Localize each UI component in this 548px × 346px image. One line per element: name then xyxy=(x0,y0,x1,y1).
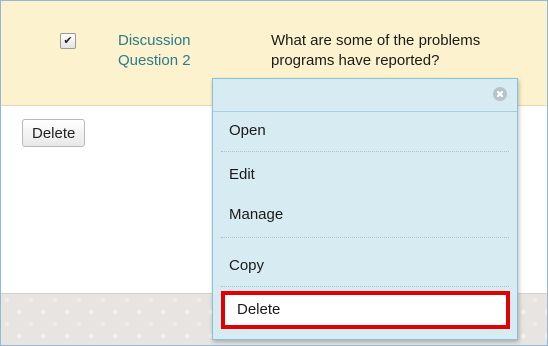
item-description-line-1: What are some of the problems xyxy=(271,32,481,49)
item-description: What are some of the problems programs h… xyxy=(271,31,547,71)
menu-item-copy[interactable]: Copy xyxy=(213,249,517,283)
menu-item-delete[interactable]: Delete xyxy=(221,291,510,329)
item-title-line-1: Discussion xyxy=(118,32,191,49)
content-frame: ✔ Discussion Question 2 What are some of… xyxy=(0,0,548,346)
context-menu-header xyxy=(213,79,517,112)
item-description-line-2: programs have reported? xyxy=(271,52,440,69)
menu-item-label: Manage xyxy=(229,206,284,223)
menu-item-open[interactable]: Open xyxy=(213,114,517,148)
menu-item-label: Edit xyxy=(229,166,255,183)
row-checkbox[interactable]: ✔ xyxy=(60,33,76,49)
menu-item-label: Delete xyxy=(237,301,281,318)
menu-separator xyxy=(221,237,509,238)
menu-separator xyxy=(221,151,509,152)
menu-item-label: Copy xyxy=(229,257,265,274)
menu-item-edit[interactable]: Edit xyxy=(213,158,517,192)
delete-button[interactable]: Delete xyxy=(22,119,86,147)
context-menu: Open Edit Manage Copy Delete xyxy=(212,78,518,340)
item-title-line-2: Question 2 xyxy=(118,52,191,69)
menu-item-label: Open xyxy=(229,122,266,139)
item-title-link[interactable]: Discussion Question 2 xyxy=(118,31,248,71)
close-icon[interactable] xyxy=(493,87,507,101)
menu-separator xyxy=(221,286,509,287)
menu-item-manage[interactable]: Manage xyxy=(213,198,517,232)
